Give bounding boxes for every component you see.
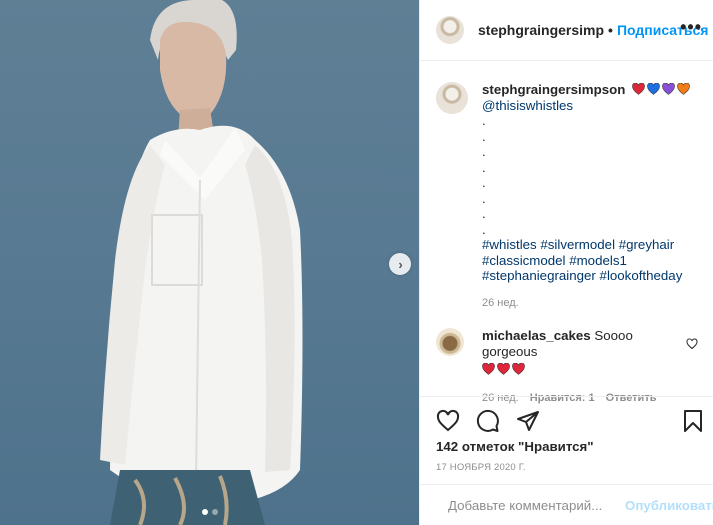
post-date: 17 НОЯБРЯ 2020 Г.: [436, 462, 526, 473]
post-side-panel: stephgraingersimp • Подписаться ••• step…: [419, 0, 713, 525]
heart-icon[interactable]: [436, 409, 460, 433]
comment-like-icon[interactable]: [686, 338, 698, 350]
comment-hearts: [482, 363, 525, 375]
heart-emoji-icon: [662, 83, 675, 95]
hashtag-line[interactable]: #stephaniegrainger #lookoftheday: [482, 268, 690, 284]
caption-dots: ........: [482, 113, 690, 237]
caption-avatar[interactable]: [436, 82, 468, 114]
hashtag-line[interactable]: #whistles #silvermodel #greyhair: [482, 237, 690, 253]
header-separator: •: [608, 22, 613, 38]
carousel-dot: [211, 509, 218, 515]
heart-emoji-icon: [497, 363, 510, 375]
caption-dot-line: .: [482, 190, 486, 206]
carousel-indicator: [0, 509, 419, 515]
caption-time: 26 нед.: [482, 296, 519, 309]
caption-dot-line: .: [482, 221, 486, 237]
commenter-username[interactable]: michaelas_cakes: [482, 328, 591, 343]
caption-dot-line: .: [482, 159, 486, 175]
caption-dot-line: .: [482, 113, 486, 128]
heart-emoji-icon: [647, 83, 660, 95]
comment-item: michaelas_cakes Soooo gorgeous 26 нед. Н…: [436, 328, 706, 406]
comment-input[interactable]: [448, 497, 625, 513]
next-photo-button[interactable]: ›: [389, 253, 411, 275]
author-avatar[interactable]: [436, 16, 464, 44]
heart-emoji-icon: [677, 83, 690, 95]
caption-dot-line: .: [482, 128, 486, 144]
carousel-dot: [201, 509, 208, 515]
caption-dot-line: .: [482, 206, 486, 221]
caption-hearts: [632, 83, 690, 95]
model-illustration: [100, 0, 303, 525]
heart-emoji-icon: [512, 363, 525, 375]
post-header: stephgraingersimp • Подписаться •••: [420, 0, 713, 61]
caption-username[interactable]: stephgraingersimpson: [482, 82, 625, 97]
bookmark-icon[interactable]: [682, 409, 704, 433]
post-caption: stephgraingersimpson @thisiswhistles ...…: [436, 82, 706, 311]
comment-icon[interactable]: [476, 409, 500, 433]
add-comment-bar: Опубликовать: [420, 484, 713, 525]
share-icon[interactable]: [516, 409, 540, 433]
caption-mention[interactable]: @thisiswhistles: [482, 98, 690, 114]
commenter-avatar[interactable]: [436, 328, 464, 356]
publish-button[interactable]: Опубликовать: [625, 498, 713, 513]
hashtag-line[interactable]: #classicmodel #models1: [482, 253, 690, 269]
chevron-right-icon: ›: [398, 256, 403, 272]
post-photo[interactable]: ›: [0, 0, 419, 525]
author-username[interactable]: stephgraingersimp: [478, 22, 604, 38]
heart-emoji-icon: [482, 363, 495, 375]
heart-emoji-icon: [632, 83, 645, 95]
caption-dot-line: .: [482, 144, 486, 159]
likes-count[interactable]: 142 отметок "Нравится": [436, 439, 594, 454]
ellipsis-icon[interactable]: •••: [680, 18, 702, 36]
caption-dot-line: .: [482, 175, 486, 190]
